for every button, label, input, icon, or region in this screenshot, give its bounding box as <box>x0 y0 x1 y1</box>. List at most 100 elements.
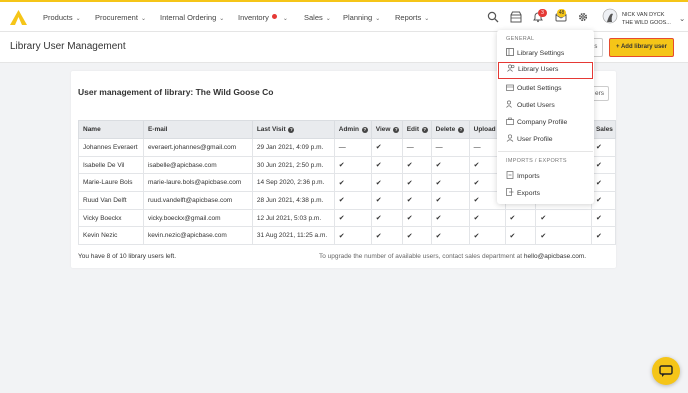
export-icon <box>506 188 514 196</box>
logo-icon[interactable] <box>10 10 27 25</box>
cell-name[interactable]: Marie-Laure Bols <box>78 173 144 193</box>
search-icon[interactable] <box>487 11 499 23</box>
chevron-down-icon: ⌄ <box>75 16 81 22</box>
menu-item-library-users[interactable]: Library Users <box>498 62 593 79</box>
sales-email-link[interactable]: hello@apicbase.com. <box>524 253 586 260</box>
cell-c10: ✔ <box>535 208 592 228</box>
nav-sales[interactable]: Sales ⌄ <box>304 13 331 22</box>
nav-label: Inventory <box>238 13 269 22</box>
chat-button[interactable] <box>652 357 680 385</box>
cell-view: ✔ <box>370 138 403 157</box>
cell-name[interactable]: Ruud Van Delft <box>78 191 144 210</box>
settings-book-icon <box>506 48 514 56</box>
column-header-edit[interactable]: Edit ? <box>401 120 432 139</box>
cell-name[interactable]: Vicky Boeckx <box>78 208 144 228</box>
nav-planning[interactable]: Planning ⌄ <box>343 13 380 22</box>
cell-edit: ✔ <box>401 226 432 246</box>
cell-name[interactable]: Kevin Nezic <box>78 226 144 246</box>
help-icon[interactable]: ? <box>393 127 400 133</box>
column-header-delete[interactable]: Delete ? <box>430 120 470 139</box>
store-icon[interactable] <box>510 11 522 23</box>
header-label: Delete <box>435 126 456 133</box>
users-left-text: You have 8 of 10 library users left. <box>78 253 177 260</box>
cell-admin: ✔ <box>333 191 372 210</box>
menu-item-imports[interactable]: Imports <box>498 168 593 185</box>
table-row[interactable]: Vicky Boeckx vicky.boeckx@gmail.com 12 Jul… <box>78 208 617 228</box>
notifications-badge: 3 <box>538 9 547 17</box>
chevron-down-icon: ⌄ <box>282 16 288 22</box>
nav-products[interactable]: Products ⌄ <box>43 13 81 22</box>
menu-item-user-profile[interactable]: User Profile <box>498 131 593 148</box>
gear-icon[interactable] <box>577 11 589 23</box>
menu-item-label: Outlet Users <box>517 102 555 109</box>
cell-email[interactable]: marie-laure.bols@apicbase.com <box>142 173 253 193</box>
column-header-last-visit[interactable]: Last Visit ? <box>251 120 335 139</box>
cell-email[interactable]: vicky.boeckx@gmail.com <box>142 208 253 228</box>
nav-inventory[interactable]: Inventory ⌄ <box>238 13 288 22</box>
cell-last-visit: 30 Jun 2021, 2:50 p.m. <box>251 155 335 175</box>
nav-label: Internal Ordering <box>160 13 217 22</box>
cell-email[interactable]: kevin.nezic@apicbase.com <box>142 226 253 246</box>
cell-edit: — <box>401 138 432 157</box>
dropdown-divider <box>498 151 593 152</box>
nav-label: Products <box>43 13 73 22</box>
user-icon <box>506 134 514 142</box>
user-menu[interactable]: NICK VAN DYCK THE WILD GOOS... <box>622 11 671 27</box>
cell-c9: ✔ <box>504 208 537 228</box>
avatar-icon[interactable] <box>602 8 618 26</box>
chevron-down-icon[interactable]: ⌄ <box>679 14 685 23</box>
menu-item-library-settings[interactable]: Library Settings <box>498 45 593 62</box>
help-icon[interactable]: ? <box>288 127 295 133</box>
alert-dot-icon <box>271 14 277 19</box>
help-icon[interactable]: ? <box>421 127 428 133</box>
menu-item-company-profile[interactable]: Company Profile <box>498 114 593 131</box>
menu-item-label: User Profile <box>517 136 553 143</box>
nav-reports[interactable]: Reports ⌄ <box>395 13 429 22</box>
menu-item-label: Library Settings <box>517 50 565 57</box>
cell-delete: ✔ <box>430 226 470 246</box>
column-header-sales[interactable]: Sales <box>590 120 617 139</box>
cell-name[interactable]: Isabelle De Vil <box>78 155 144 175</box>
menu-item-outlet-users[interactable]: Outlet Users <box>498 97 593 114</box>
cell-last-visit: 31 Aug 2021, 11:25 a.m. <box>251 226 335 246</box>
header-label: Edit <box>406 126 419 133</box>
card-title: User management of library: The Wild Goo… <box>78 87 274 97</box>
menu-item-label: Library Users <box>518 66 559 73</box>
add-library-user-button[interactable]: + Add library user <box>609 38 674 57</box>
cell-admin: ✔ <box>333 208 372 228</box>
cell-admin: ✔ <box>333 155 372 175</box>
cell-email[interactable]: ruud.vandelft@apicbase.com <box>142 191 253 210</box>
cell-delete: — <box>430 138 470 157</box>
cell-edit: ✔ <box>401 173 432 193</box>
user-org: THE WILD GOOS... <box>622 20 671 26</box>
cell-name[interactable]: Johannes Everaert <box>78 138 144 157</box>
nav-internal-ordering[interactable]: Internal Ordering ⌄ <box>160 13 224 22</box>
cell-view: ✔ <box>370 226 403 246</box>
cell-sales: ✔ <box>590 155 617 175</box>
cell-sales: ✔ <box>590 173 617 193</box>
table-row[interactable]: Kevin Nezic kevin.nezic@apicbase.com 31 Au… <box>78 226 617 246</box>
menu-item-exports[interactable]: Exports <box>498 185 593 202</box>
outlet-icon <box>506 84 514 91</box>
menu-item-outlet-settings[interactable]: Outlet Settings <box>498 80 593 97</box>
menu-item-label: Company Profile <box>517 119 568 126</box>
column-header-email[interactable]: E-mail <box>142 120 253 139</box>
chevron-down-icon: ⌄ <box>325 16 331 22</box>
cell-admin: ✔ <box>333 173 372 193</box>
cell-email[interactable]: everaert.johannes@gmail.com <box>142 138 253 157</box>
help-icon[interactable]: ? <box>361 127 368 133</box>
page-title: Library User Management <box>10 41 126 52</box>
cell-edit: ✔ <box>401 208 432 228</box>
briefcase-icon <box>506 117 514 125</box>
column-header-view[interactable]: View ? <box>370 120 403 139</box>
outlet-users-icon <box>506 100 512 108</box>
nav-label: Reports <box>395 13 422 22</box>
column-header-admin[interactable]: Admin ? <box>333 120 372 139</box>
help-icon[interactable]: ? <box>458 127 464 133</box>
column-header-name[interactable]: Name <box>78 120 144 139</box>
cell-email[interactable]: isabelle@apicbase.com <box>142 155 253 175</box>
cell-sales: ✔ <box>590 138 617 157</box>
chevron-down-icon: ⌄ <box>219 16 225 22</box>
cell-edit: ✔ <box>401 155 432 175</box>
nav-procurement[interactable]: Procurement ⌄ <box>95 13 146 22</box>
